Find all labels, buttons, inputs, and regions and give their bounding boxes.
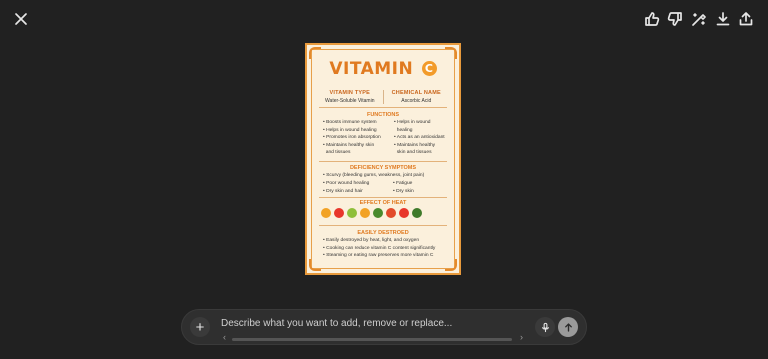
- functions-header: FUNCTIONS: [366, 112, 400, 118]
- microphone-icon: [541, 322, 549, 332]
- corner-ornament: [309, 259, 321, 271]
- deficiency-line: • Scurvy (bleeding gums, weakness, joint…: [323, 173, 425, 178]
- list-item: • Helps in wound: [394, 120, 431, 125]
- poster-title: VITAMIN C: [307, 59, 459, 79]
- list-item: • Dry skin and hair: [323, 188, 363, 194]
- list-item: • Dry skin: [393, 188, 414, 194]
- list-item: • Easily destroyed by heat, light, and o…: [323, 238, 420, 243]
- corner-ornament: [445, 259, 457, 271]
- thumbs-down-icon[interactable]: [664, 8, 686, 30]
- list-item: • Boosts immune system: [323, 120, 377, 125]
- list-item: healing: [394, 127, 413, 133]
- list-item: skin and tissues: [394, 150, 432, 156]
- kiwi-icon: [347, 208, 357, 218]
- deficiency-header: DEFICIENCY SYMPTOMS: [349, 165, 417, 171]
- corner-ornament: [309, 47, 321, 59]
- list-item: • Cooking can reduce vitamin C content s…: [323, 245, 436, 251]
- vitamin-c-badge: C: [421, 61, 437, 76]
- corner-ornament: [445, 47, 457, 59]
- thumbs-up-icon[interactable]: [641, 8, 663, 30]
- arrow-up-icon: [564, 322, 572, 332]
- list-item: • Poor wound healing: [323, 181, 370, 186]
- orange-icon: [321, 208, 331, 218]
- leafy-greens-icon: [412, 208, 422, 218]
- functions-right-list: • Helps in wound healing • Acts as an an…: [394, 119, 445, 157]
- pepper-icon: [360, 208, 370, 218]
- download-icon[interactable]: [712, 8, 734, 30]
- scroll-left-icon[interactable]: ‹: [223, 332, 226, 342]
- poster-title-text: VITAMIN: [329, 59, 414, 79]
- generated-image: VITAMIN C VITAMIN TYPE Water-Soluble Vit…: [305, 43, 461, 275]
- chemical-name-header: CHEMICAL NAME: [391, 90, 441, 96]
- broccoli-icon: [373, 208, 383, 218]
- horizontal-scrollbar[interactable]: [232, 338, 512, 341]
- poster-border: [311, 49, 455, 269]
- microphone-button[interactable]: [535, 317, 555, 337]
- vitamin-type-value: Water-Soluble Vitamin: [325, 98, 375, 104]
- list-item: and tissues: [323, 150, 351, 156]
- chemical-name-value: Ascorbic Acid: [401, 98, 432, 104]
- heat-header: EFFECT OF HEAT: [359, 200, 407, 206]
- divider: [319, 197, 447, 198]
- list-item: • Acts as an antioxidant: [394, 135, 445, 141]
- share-icon[interactable]: [735, 8, 757, 30]
- tomato-icon: [386, 208, 396, 218]
- strawberry-icon: [334, 208, 344, 218]
- list-item: • Maintains healthy skin: [323, 142, 375, 148]
- list-item: • Helps in wound healing: [323, 127, 377, 133]
- divider: [319, 107, 447, 108]
- functions-left-list: • Boosts immune system • Helps in wound …: [323, 119, 381, 157]
- deficiency-left-list: • Poor wound healing • Dry skin and hair: [323, 180, 369, 195]
- list-item: • Fatigue: [393, 181, 413, 186]
- scroll-right-icon[interactable]: ›: [520, 332, 523, 342]
- vitamin-type-header: VITAMIN TYPE: [329, 90, 370, 96]
- deficiency-right-list: • Fatigue • Dry skin: [393, 180, 414, 195]
- close-icon[interactable]: [10, 8, 32, 30]
- list-item: • Maintains healthy: [394, 142, 436, 148]
- divider: [319, 225, 447, 226]
- destroyed-header: EASILY DESTROED: [357, 230, 409, 236]
- send-button[interactable]: [558, 317, 578, 337]
- list-item: • Steaming or eating raw preserves more …: [323, 253, 434, 259]
- add-attachment-button[interactable]: +: [190, 317, 210, 337]
- destroyed-list: • Easily destroyed by heat, light, and o…: [323, 237, 435, 260]
- edit-image-icon[interactable]: [688, 8, 710, 30]
- prompt-input[interactable]: Describe what you want to add, remove or…: [221, 318, 452, 329]
- list-item: • Promotes iron absorption: [323, 135, 381, 141]
- tomato-icon: [399, 208, 409, 218]
- divider: [319, 161, 447, 162]
- fruit-row: [321, 208, 422, 218]
- prompt-composer: + Describe what you want to add, remove …: [181, 309, 587, 345]
- vitamin-info-row: VITAMIN TYPE Water-Soluble Vitamin CHEMI…: [317, 90, 449, 104]
